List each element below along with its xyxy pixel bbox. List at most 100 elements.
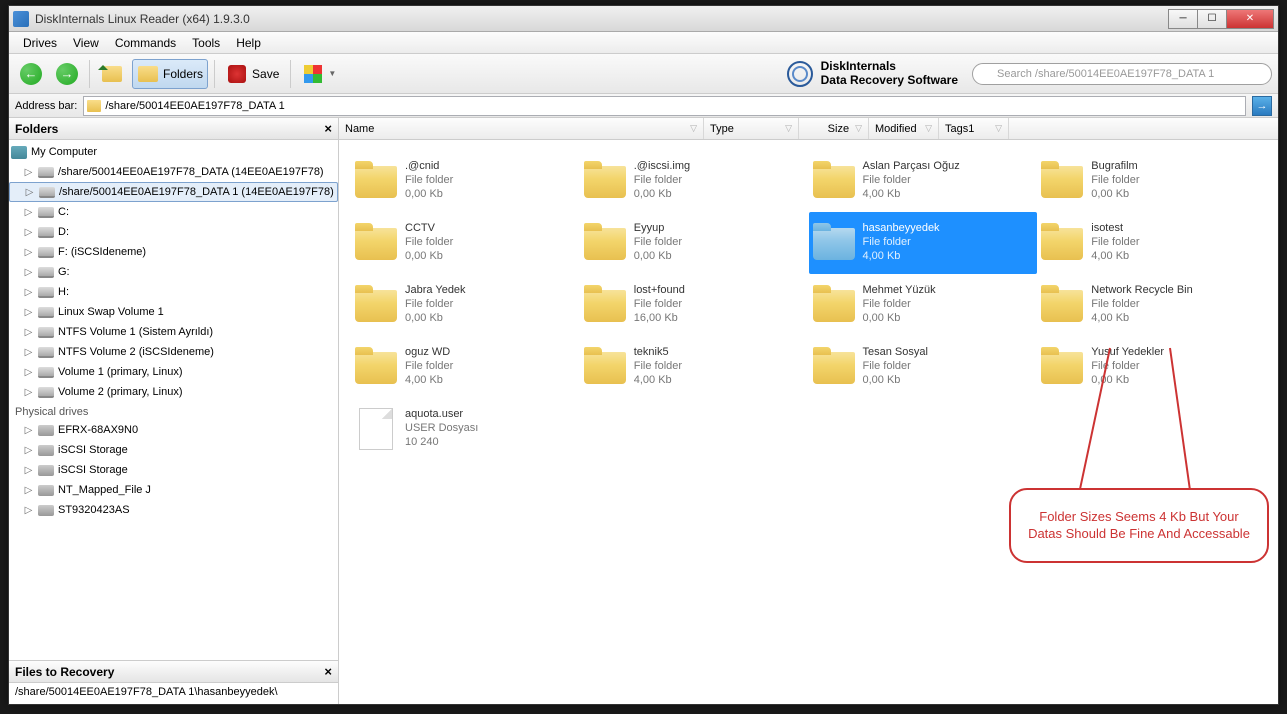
folder-item[interactable]: .@cnidFile folder0,00 Kb: [351, 150, 580, 212]
tree-item-drive[interactable]: ▷NTFS Volume 2 (iSCSIdeneme): [9, 342, 338, 362]
tree-item-drive[interactable]: ▷NTFS Volume 1 (Sistem Ayrıldı): [9, 322, 338, 342]
folder-item[interactable]: BugrafilmFile folder0,00 Kb: [1037, 150, 1266, 212]
col-type[interactable]: Type▽: [704, 118, 799, 139]
expand-icon[interactable]: ▷: [23, 327, 34, 338]
tree-item-physical[interactable]: ▷NT_Mapped_File J: [9, 480, 338, 500]
tree-item-physical[interactable]: ▷ST9320423AS: [9, 500, 338, 520]
expand-icon[interactable]: ▷: [23, 367, 34, 378]
harddisk-icon: [38, 425, 54, 436]
folder-icon: [1041, 352, 1083, 384]
folder-item[interactable]: CCTVFile folder0,00 Kb: [351, 212, 580, 274]
tree-item-drive[interactable]: ▷H:: [9, 282, 338, 302]
drive-icon: [38, 347, 54, 358]
folder-item[interactable]: oguz WDFile folder4,00 Kb: [351, 336, 580, 398]
folder-item[interactable]: Yusuf YedeklerFile folder0,00 Kb: [1037, 336, 1266, 398]
tree-root[interactable]: My Computer: [9, 142, 338, 162]
view-mode-button[interactable]: ▼: [297, 59, 341, 89]
folder-item[interactable]: Aslan Parçası OğuzFile folder4,00 Kb: [809, 150, 1038, 212]
tree-item-drive[interactable]: ▷D:: [9, 222, 338, 242]
expand-icon[interactable]: ▷: [23, 307, 34, 318]
menu-drives[interactable]: Drives: [15, 34, 65, 52]
expand-icon[interactable]: ▷: [23, 505, 34, 516]
app-icon: [13, 11, 29, 27]
col-modified[interactable]: Modified▽: [869, 118, 939, 139]
expand-icon[interactable]: ▷: [23, 465, 34, 476]
expand-icon[interactable]: ▷: [23, 227, 34, 238]
close-button[interactable]: ✕: [1226, 9, 1274, 29]
maximize-button[interactable]: ☐: [1197, 9, 1227, 29]
expand-icon[interactable]: ▷: [24, 187, 35, 198]
menu-tools[interactable]: Tools: [184, 34, 228, 52]
close-panel-button[interactable]: ×: [324, 121, 332, 136]
tree-item-drive[interactable]: ▷C:: [9, 202, 338, 222]
close-panel-button[interactable]: ×: [324, 664, 332, 679]
folder-item[interactable]: hasanbeyyedekFile folder4,00 Kb: [809, 212, 1038, 274]
tree-item-drive[interactable]: ▷Volume 1 (primary, Linux): [9, 362, 338, 382]
expand-icon[interactable]: ▷: [23, 167, 34, 178]
folder-tree[interactable]: My Computer ▷/share/50014EE0AE197F78_DAT…: [9, 140, 338, 660]
folder-item[interactable]: isotestFile folder4,00 Kb: [1037, 212, 1266, 274]
folder-item[interactable]: Jabra YedekFile folder0,00 Kb: [351, 274, 580, 336]
expand-icon[interactable]: ▷: [23, 267, 34, 278]
folder-icon: [584, 290, 626, 322]
folder-item[interactable]: lost+foundFile folder16,00 Kb: [580, 274, 809, 336]
col-name[interactable]: Name▽: [339, 118, 704, 139]
addressbar-label: Address bar:: [15, 100, 77, 112]
search-input[interactable]: [972, 63, 1272, 85]
tree-item-drive[interactable]: ▷Volume 2 (primary, Linux): [9, 382, 338, 402]
folder-item[interactable]: EyyupFile folder0,00 Kb: [580, 212, 809, 274]
expand-icon[interactable]: ▷: [23, 387, 34, 398]
app-window: DiskInternals Linux Reader (x64) 1.9.3.0…: [8, 5, 1279, 705]
expand-icon[interactable]: ▷: [23, 347, 34, 358]
folder-item[interactable]: Tesan SosyalFile folder0,00 Kb: [809, 336, 1038, 398]
tree-item-physical[interactable]: ▷EFRX-68AX9N0: [9, 420, 338, 440]
tree-item-physical[interactable]: ▷iSCSI Storage: [9, 440, 338, 460]
tree-item-drive[interactable]: ▷G:: [9, 262, 338, 282]
harddisk-icon: [38, 485, 54, 496]
forward-button[interactable]: →: [51, 59, 83, 89]
main-panel: Name▽ Type▽ Size▽ Modified▽ Tags1▽ .@cni…: [339, 118, 1278, 704]
expand-icon[interactable]: ▷: [23, 207, 34, 218]
content-area[interactable]: .@cnidFile folder0,00 Kb.@iscsi.imgFile …: [339, 140, 1278, 704]
minimize-button[interactable]: ─: [1168, 9, 1198, 29]
tree-item-drive[interactable]: ▷/share/50014EE0AE197F78_DATA 1 (14EE0AE…: [9, 182, 338, 202]
expand-icon[interactable]: ▷: [23, 425, 34, 436]
drive-icon: [38, 327, 54, 338]
folders-button[interactable]: Folders: [132, 59, 208, 89]
folders-panel-header: Folders ×: [9, 118, 338, 140]
tree-item-drive[interactable]: ▷Linux Swap Volume 1: [9, 302, 338, 322]
menu-view[interactable]: View: [65, 34, 107, 52]
harddisk-icon: [38, 445, 54, 456]
column-headers: Name▽ Type▽ Size▽ Modified▽ Tags1▽: [339, 118, 1278, 140]
expand-icon[interactable]: ▷: [23, 247, 34, 258]
window-title: DiskInternals Linux Reader (x64) 1.9.3.0: [35, 12, 1169, 26]
address-input[interactable]: [105, 100, 1242, 112]
titlebar[interactable]: DiskInternals Linux Reader (x64) 1.9.3.0…: [9, 6, 1278, 32]
menu-help[interactable]: Help: [228, 34, 269, 52]
up-button[interactable]: [96, 59, 128, 89]
expand-icon[interactable]: ▷: [23, 287, 34, 298]
folder-item[interactable]: teknik5File folder4,00 Kb: [580, 336, 809, 398]
go-button[interactable]: →: [1252, 96, 1272, 116]
save-button[interactable]: Save: [221, 59, 284, 89]
folder-icon: [1041, 228, 1083, 260]
folder-icon: [813, 166, 855, 198]
menu-commands[interactable]: Commands: [107, 34, 184, 52]
tree-item-drive[interactable]: ▷F: (iSCSIdeneme): [9, 242, 338, 262]
drive-icon: [39, 187, 55, 198]
save-icon: [228, 65, 246, 83]
separator: [290, 60, 291, 88]
folder-item[interactable]: Network Recycle BinFile folder4,00 Kb: [1037, 274, 1266, 336]
drive-icon: [38, 267, 54, 278]
expand-icon[interactable]: ▷: [23, 485, 34, 496]
folder-item[interactable]: Mehmet YüzükFile folder0,00 Kb: [809, 274, 1038, 336]
col-tags1[interactable]: Tags1▽: [939, 118, 1009, 139]
folder-item[interactable]: .@iscsi.imgFile folder0,00 Kb: [580, 150, 809, 212]
tree-item-physical[interactable]: ▷iSCSI Storage: [9, 460, 338, 480]
grid-icon: [304, 65, 322, 83]
col-size[interactable]: Size▽: [799, 118, 869, 139]
tree-item-drive[interactable]: ▷/share/50014EE0AE197F78_DATA (14EE0AE19…: [9, 162, 338, 182]
back-button[interactable]: ←: [15, 59, 47, 89]
expand-icon[interactable]: ▷: [23, 445, 34, 456]
file-item[interactable]: aquota.userUSER Dosyası10 240: [351, 398, 580, 460]
